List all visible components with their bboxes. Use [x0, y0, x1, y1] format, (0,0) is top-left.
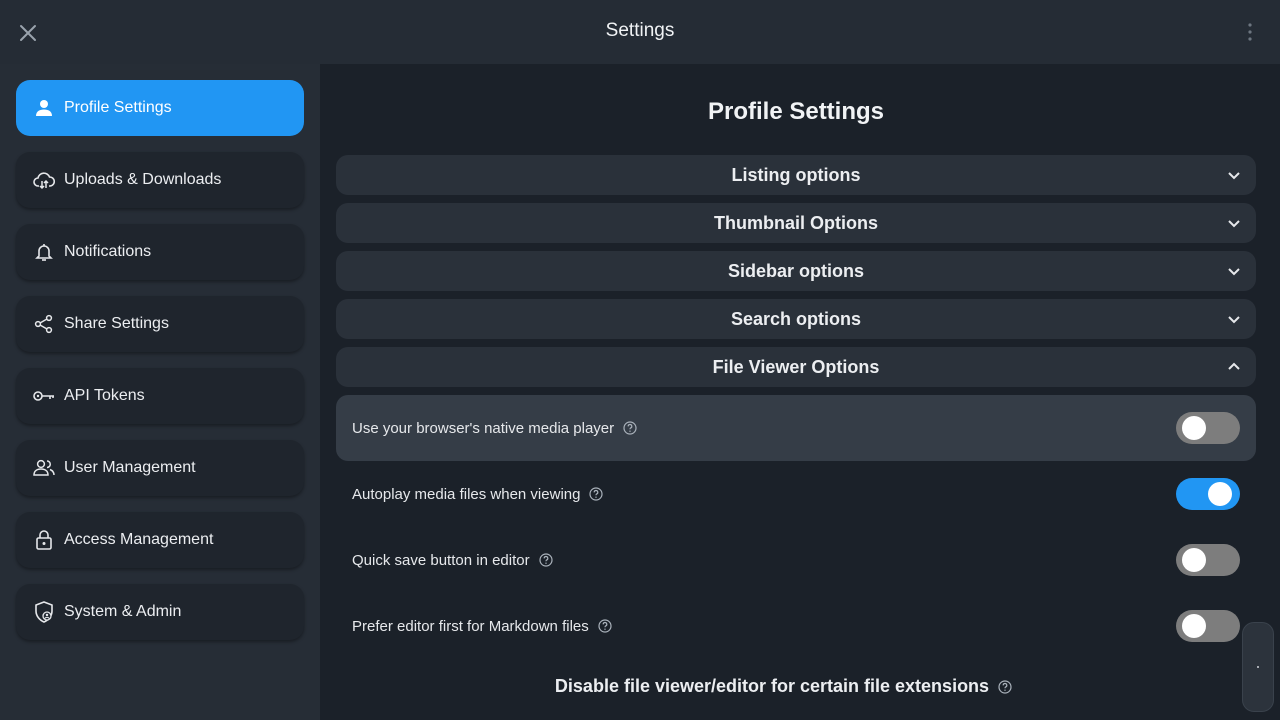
help-icon[interactable]: [588, 486, 604, 502]
chevron-down-icon: [1224, 213, 1244, 233]
section-label: Sidebar options: [727, 260, 864, 281]
native-media-player-toggle[interactable]: [1176, 412, 1240, 444]
sidebar-item-label: Profile Settings: [64, 99, 172, 116]
toggle-knob: [1182, 614, 1206, 638]
scroll-button[interactable]: [1242, 622, 1274, 712]
sidebar-item-share-settings[interactable]: Share Settings: [16, 296, 304, 352]
option-native-media-player: Use your browser's native media player: [336, 395, 1256, 461]
option-quick-save-button: Quick save button in editor: [336, 527, 1256, 593]
shield-admin-icon: [32, 600, 56, 624]
top-bar: Settings: [0, 0, 1280, 64]
sidebar-item-label: User Management: [64, 459, 196, 476]
option-label: Prefer editor first for Markdown files: [352, 617, 589, 635]
share-icon: [32, 312, 56, 336]
help-icon[interactable]: [538, 552, 554, 568]
sidebar-item-label: Share Settings: [64, 315, 169, 332]
chevron-up-icon: [1224, 357, 1244, 377]
sidebar-item-profile-settings[interactable]: Profile Settings: [16, 80, 304, 136]
more-vertical-icon: [1248, 23, 1252, 41]
help-icon[interactable]: [622, 420, 638, 436]
person-icon: [32, 96, 56, 120]
sidebar-item-user-management[interactable]: User Management: [16, 440, 304, 496]
section-file-viewer-options[interactable]: File Viewer Options: [336, 347, 1256, 387]
more-options-button[interactable]: [1240, 20, 1260, 44]
section-label: File Viewer Options: [712, 356, 880, 377]
section-label: Listing options: [731, 164, 861, 185]
sidebar-item-api-tokens[interactable]: API Tokens: [16, 368, 304, 424]
toggle-knob: [1182, 548, 1206, 572]
quick-save-toggle[interactable]: [1176, 544, 1240, 576]
section-listing-options[interactable]: Listing options: [336, 155, 1256, 195]
section-search-options[interactable]: Search options: [336, 299, 1256, 339]
help-icon[interactable]: [597, 618, 613, 634]
cloud-upload-download-icon: [32, 168, 56, 192]
key-icon: [32, 384, 56, 408]
sidebar-item-notifications[interactable]: Notifications: [16, 224, 304, 280]
sidebar-item-access-management[interactable]: Access Management: [16, 512, 304, 568]
settings-content: Profile Settings Listing options Thumbna…: [320, 64, 1280, 720]
scroll-indicator: [1257, 666, 1259, 668]
page-title: Settings: [605, 20, 675, 41]
sidebar-item-label: System & Admin: [64, 603, 182, 620]
option-autoplay-media: Autoplay media files when viewing: [336, 461, 1256, 527]
section-label: Search options: [730, 308, 862, 329]
option-label: Autoplay media files when viewing: [352, 485, 581, 503]
sub-heading-label: Disable file viewer/editor for certain f…: [554, 676, 990, 696]
option-prefer-editor-markdown: Prefer editor first for Markdown files: [336, 593, 1256, 659]
sidebar-item-system-admin[interactable]: System & Admin: [16, 584, 304, 640]
autoplay-media-toggle[interactable]: [1176, 478, 1240, 510]
option-label: Use your browser's native media player: [352, 419, 615, 437]
toggle-knob: [1182, 416, 1206, 440]
disable-viewer-heading: Disable file viewer/editor for certain f…: [320, 676, 1248, 697]
chevron-down-icon: [1224, 261, 1244, 281]
sidebar-item-label: Notifications: [64, 243, 152, 260]
option-label: Quick save button in editor: [352, 551, 530, 569]
sidebar-item-label: Uploads & Downloads: [64, 171, 222, 188]
chevron-down-icon: [1224, 165, 1244, 185]
lock-icon: [32, 528, 56, 552]
section-thumbnail-options[interactable]: Thumbnail Options: [336, 203, 1256, 243]
chevron-down-icon: [1224, 309, 1244, 329]
help-icon[interactable]: [997, 679, 1013, 695]
users-icon: [32, 456, 56, 480]
prefer-editor-markdown-toggle[interactable]: [1176, 610, 1240, 642]
bell-icon: [32, 240, 56, 264]
section-heading: Profile Settings: [707, 98, 885, 125]
settings-sidebar: Profile Settings Uploads & Downloads Not…: [0, 64, 320, 720]
toggle-knob: [1208, 482, 1232, 506]
sidebar-item-uploads-downloads[interactable]: Uploads & Downloads: [16, 152, 304, 208]
sidebar-item-label: API Tokens: [64, 387, 145, 404]
sidebar-item-label: Access Management: [64, 531, 214, 548]
section-sidebar-options[interactable]: Sidebar options: [336, 251, 1256, 291]
section-label: Thumbnail Options: [714, 212, 878, 233]
